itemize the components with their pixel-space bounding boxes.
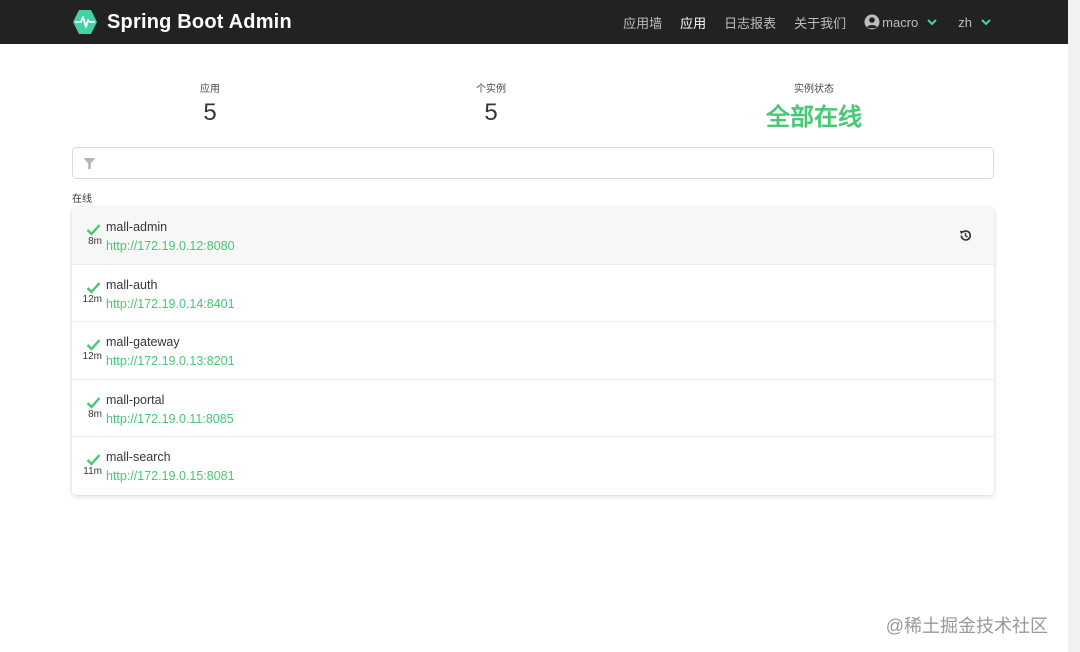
check-icon [86,224,101,236]
application-row[interactable]: 12m mall-gateway http://172.19.0.13:8201 [72,322,994,380]
brand[interactable]: Spring Boot Admin [72,9,292,35]
page: Spring Boot Admin 应用墙 应用 日志报表 关于我们 macro… [0,0,1068,652]
chevron-down-icon [981,19,991,26]
filter-icon [83,158,96,170]
check-icon [86,281,101,294]
language-label: zh [958,14,972,30]
uptime: 11m [83,466,102,478]
pulse-logo-icon [73,10,97,34]
stat-instances-label: 个实例 [476,84,506,95]
stat-status: 实例状态 全部在线 [754,80,874,132]
user-circle-icon [864,14,880,30]
stat-status-value: 全部在线 [766,104,862,131]
nav-item-applications[interactable]: 应用 [680,13,706,32]
application-list: 8m mall-admin http://172.19.0.12:8080 12… [72,207,994,495]
application-row[interactable]: 12m mall-auth http://172.19.0.14:8401 [72,265,994,323]
nav-item-about[interactable]: 关于我们 [794,13,846,32]
language-menu[interactable]: zh [958,15,992,30]
application-url[interactable]: http://172.19.0.13:8201 [106,354,235,368]
stat-instances: 个实例 5 [461,80,521,127]
stat-instances-value: 5 [484,99,498,126]
application-row[interactable]: 11m mall-search http://172.19.0.15:8081 [72,437,994,495]
application-row[interactable]: 8m mall-portal http://172.19.0.11:8085 [72,380,994,438]
nav-item-journal[interactable]: 日志报表 [724,13,776,32]
stat-applications-value: 5 [203,99,217,126]
history-icon[interactable] [959,229,972,242]
uptime: 12m [82,351,102,363]
check-icon [86,339,101,351]
user-menu[interactable]: macro [864,14,938,30]
application-name: mall-portal [106,392,165,407]
uptime: 12m [82,293,102,305]
chevron-down-icon [927,19,937,26]
summary-stats: 应用 5 个实例 5 实例状态 全部在线 [72,80,994,136]
application-name: mall-search [106,450,171,465]
check-icon [86,396,101,409]
stat-applications-label: 应用 [200,84,220,95]
nav-menu: 应用墙 应用 日志报表 关于我们 macro zh [605,0,992,44]
application-name: mall-admin [106,220,168,234]
watermark: @稀土掘金技术社区 [885,616,1048,636]
user-name: macro [882,14,919,30]
scrollbar[interactable] [1068,0,1080,652]
application-url[interactable]: http://172.19.0.12:8080 [106,239,235,253]
application-url[interactable]: http://172.19.0.14:8401 [106,297,235,311]
application-url[interactable]: http://172.19.0.11:8085 [106,412,234,426]
group-label-up: 在线 [72,194,92,205]
check-icon [86,454,101,467]
filter-input[interactable] [105,152,985,174]
stat-applications: 应用 5 [180,80,240,127]
stat-status-label: 实例状态 [794,84,834,95]
app-title: Spring Boot Admin [107,10,292,33]
filter-box [72,147,994,179]
navbar: Spring Boot Admin 应用墙 应用 日志报表 关于我们 macro… [0,0,1068,44]
uptime: 8m [88,408,102,420]
application-row[interactable]: 8m mall-admin http://172.19.0.12:8080 [72,207,994,265]
application-url[interactable]: http://172.19.0.15:8081 [106,469,235,483]
application-name: mall-gateway [106,335,180,350]
nav-item-wallboard[interactable]: 应用墙 [623,13,662,32]
application-name: mall-auth [106,277,158,292]
uptime: 8m [88,236,102,247]
